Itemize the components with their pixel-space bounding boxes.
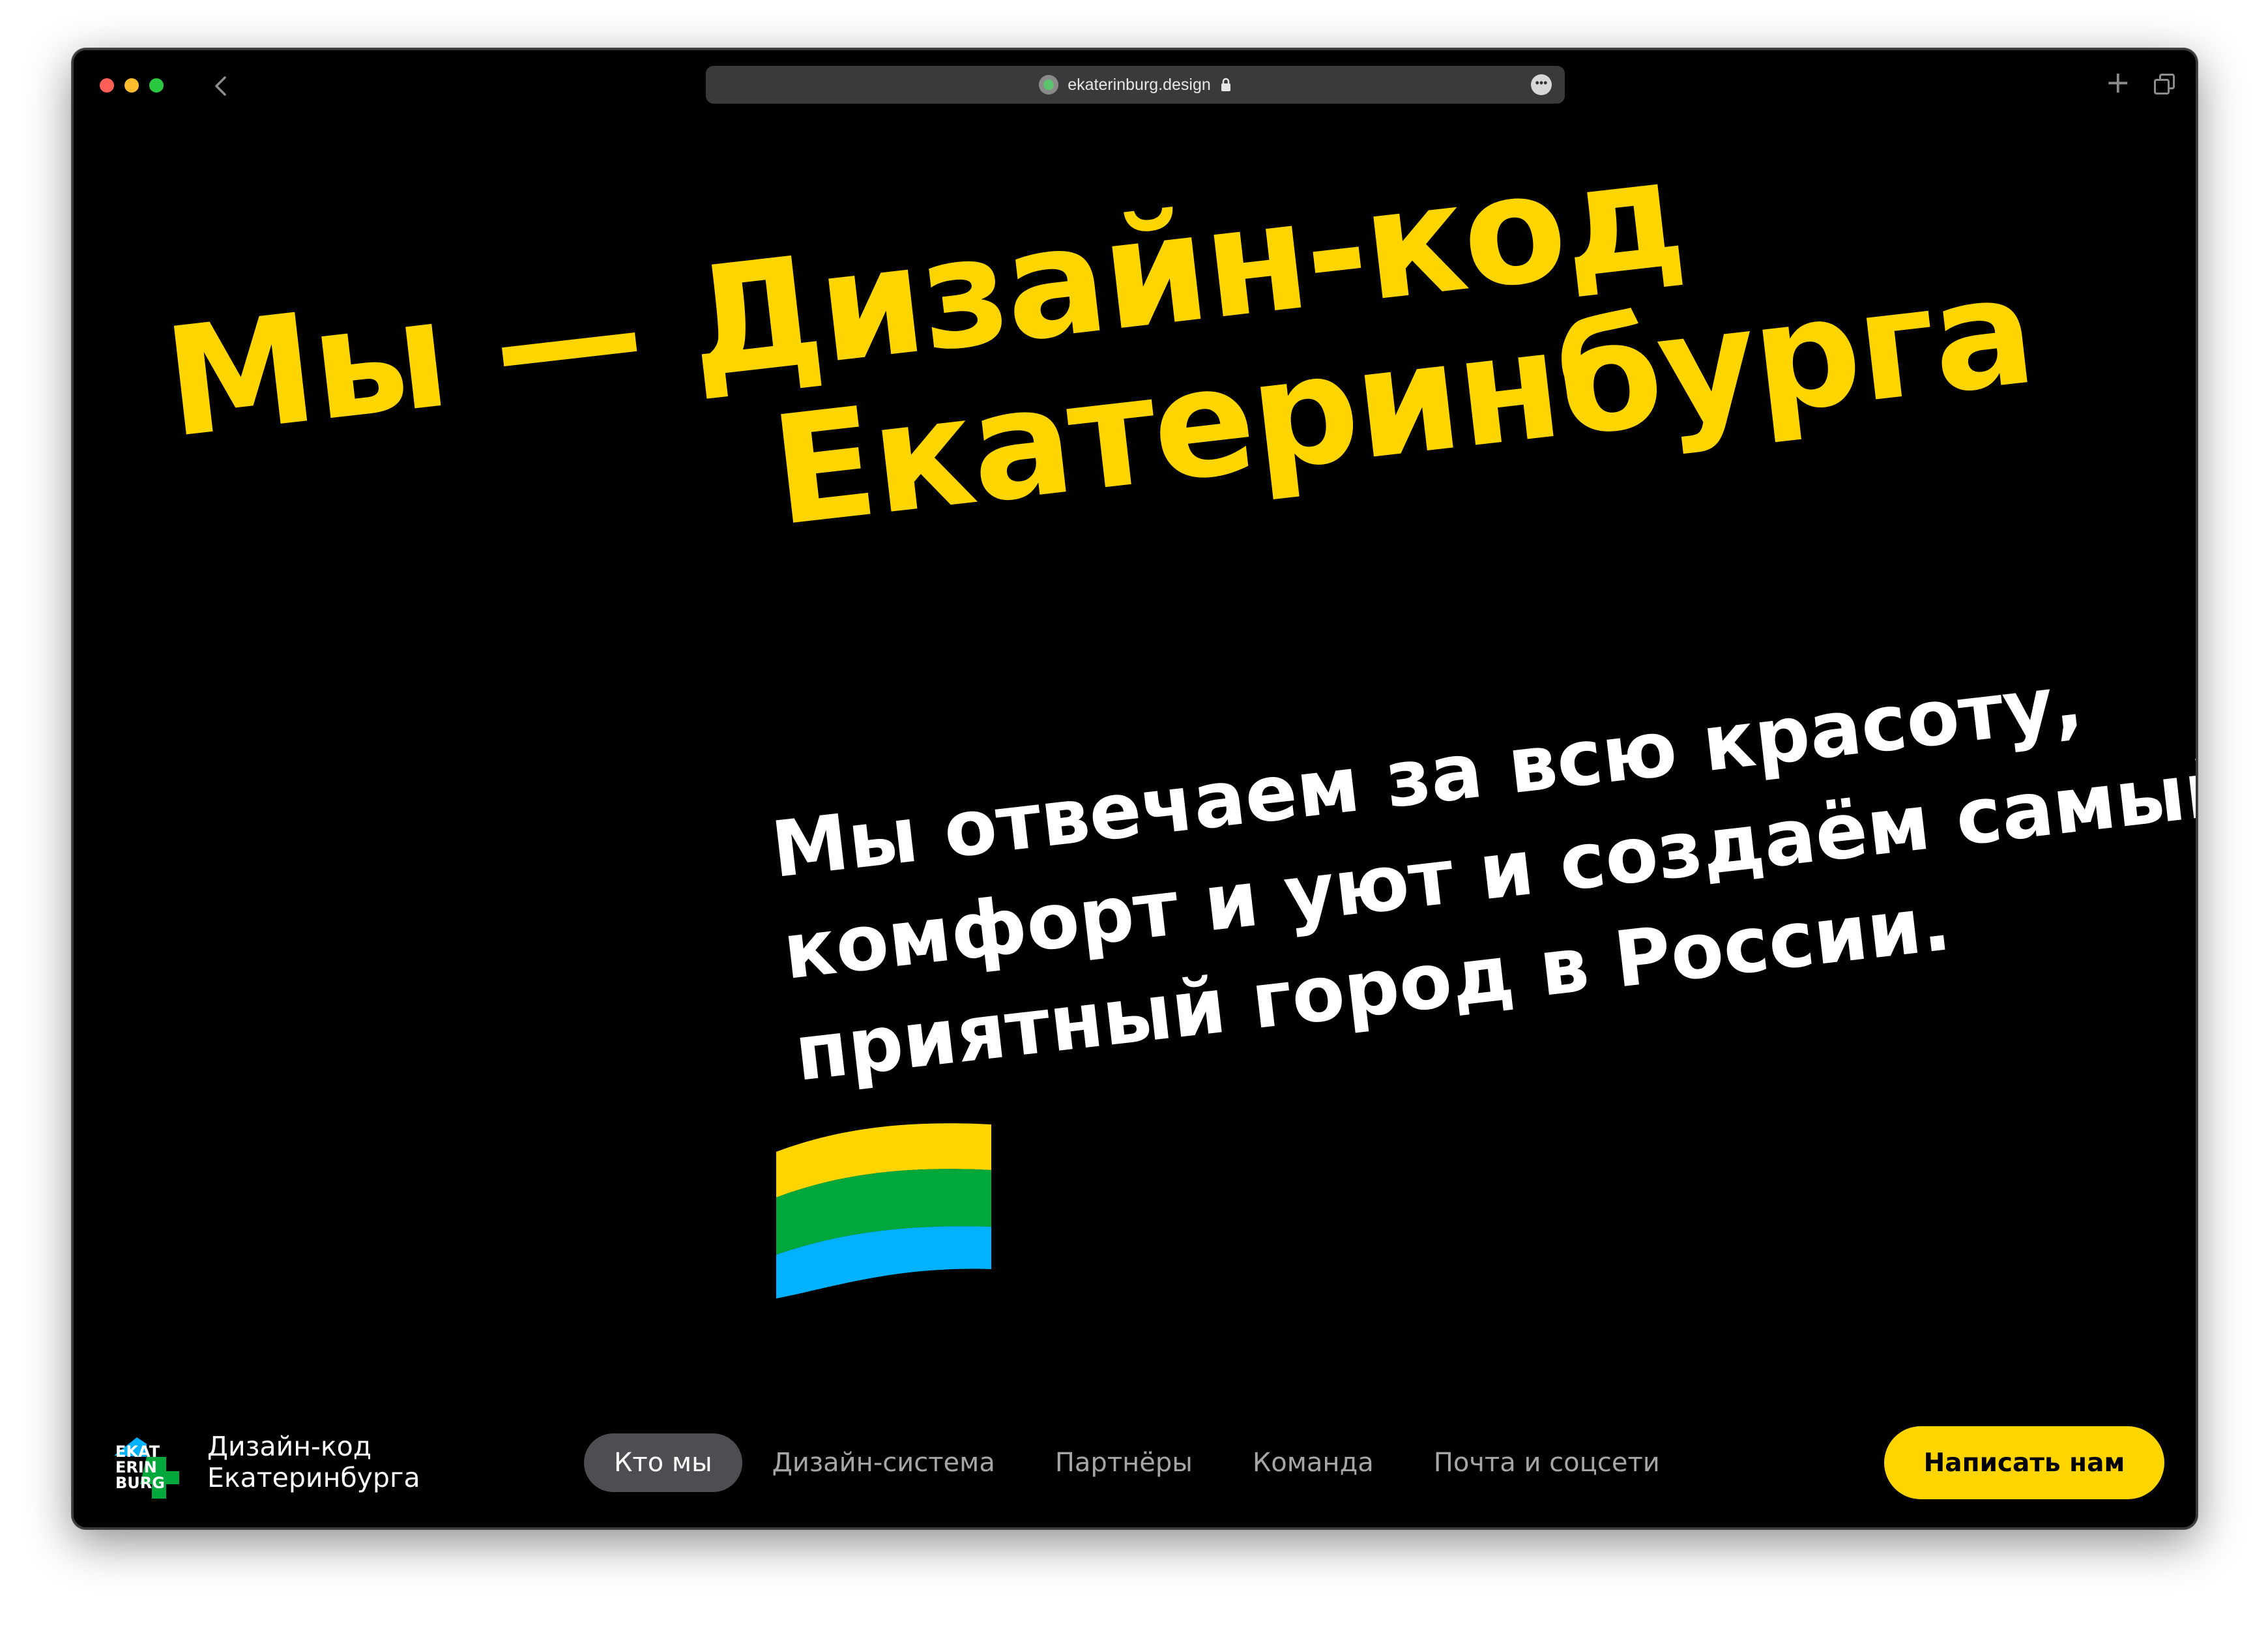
lock-icon — [1221, 78, 1230, 91]
logo-title-line-2: Екатеринбурга — [207, 1462, 420, 1493]
main-navigation: Кто мы Дизайн-система Партнёры Команда П… — [584, 1433, 1690, 1492]
logo-title-line-1: Дизайн-код — [207, 1431, 372, 1462]
browser-window: ekaterinburg.design ••• + Мы — Дизайн-ко… — [72, 48, 2198, 1529]
site-favicon-icon — [1039, 75, 1059, 95]
browser-toolbar: ekaterinburg.design ••• + — [74, 50, 2196, 115]
write-to-us-button[interactable]: Написать нам — [1884, 1426, 2164, 1499]
address-bar[interactable]: ekaterinburg.design ••• — [706, 66, 1565, 104]
zoom-window-button[interactable] — [149, 78, 164, 93]
nav-item-who-we-are[interactable]: Кто мы — [584, 1433, 742, 1492]
logo-mark-line-3: BURG — [115, 1474, 165, 1492]
nav-item-contacts[interactable]: Почта и соцсети — [1404, 1433, 1690, 1492]
logo-title[interactable]: Дизайн-код Екатеринбурга — [207, 1431, 420, 1493]
plus-icon[interactable]: + — [2105, 67, 2130, 97]
nav-item-design-system[interactable]: Дизайн-система — [742, 1433, 1025, 1492]
ellipsis-icon[interactable]: ••• — [1531, 74, 1552, 95]
url-text: ekaterinburg.design — [1068, 75, 1211, 94]
chevron-left-icon — [215, 76, 226, 96]
nav-item-partners[interactable]: Партнёры — [1025, 1433, 1223, 1492]
close-window-button[interactable] — [100, 78, 114, 93]
window-controls — [100, 78, 164, 93]
hero-headline: Мы — Дизайн-код Екатеринбурга — [157, 100, 2041, 615]
tabs-overview-icon[interactable] — [2154, 74, 2176, 96]
ekaterinburg-logo-icon[interactable]: EKAT ERIN BURG — [108, 1431, 186, 1502]
ekaterinburg-flag-icon — [776, 1123, 991, 1298]
nav-item-team[interactable]: Команда — [1223, 1433, 1404, 1492]
minimize-window-button[interactable] — [124, 78, 139, 93]
hero-subheading: Мы отвечаем за всю красоту, комфорт и ую… — [767, 656, 2198, 1098]
back-button[interactable] — [204, 70, 237, 102]
